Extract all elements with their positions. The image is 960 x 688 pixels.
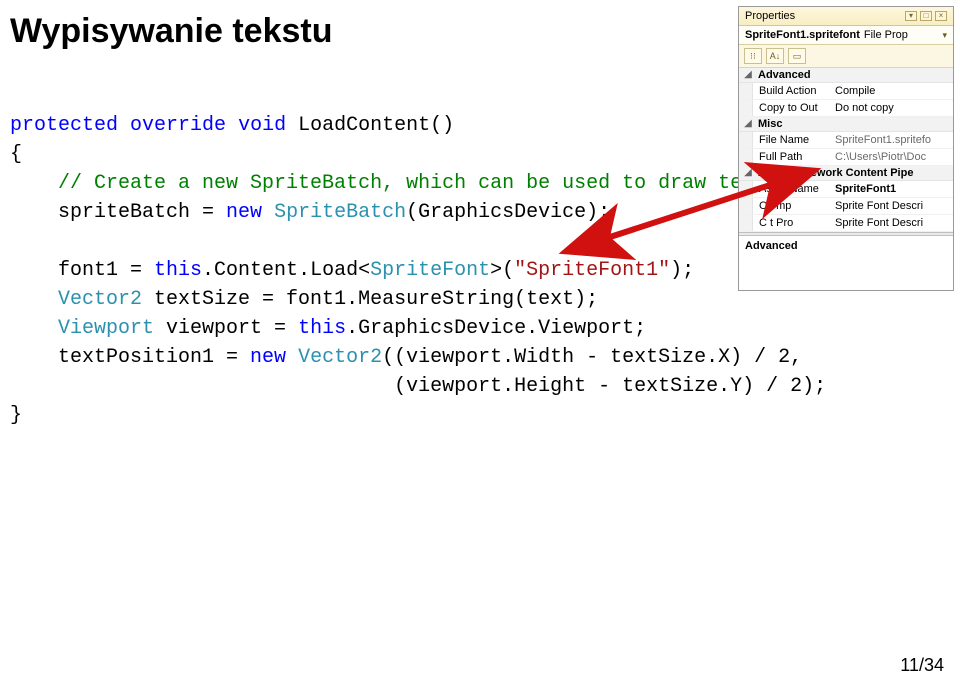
string-literal: "SpriteFont1": [514, 259, 670, 282]
code-text: LoadContent(): [286, 114, 454, 137]
prop-value[interactable]: Sprite Font Descri: [831, 198, 953, 214]
prop-value[interactable]: Do not copy: [831, 100, 953, 116]
code-text: [10, 317, 58, 340]
code-text: [286, 346, 298, 369]
type-vector2: Vector2: [298, 346, 382, 369]
row-content-importer[interactable]: Co mp Sprite Font Descri: [739, 198, 953, 215]
type-vector2: Vector2: [58, 288, 142, 311]
prop-value: SpriteFont1.spritefo: [831, 132, 953, 148]
prop-name: Asset Name: [753, 181, 831, 197]
kw-new: new: [226, 201, 262, 224]
category-label: XNA Framework Content Pipe: [758, 167, 913, 179]
code-text: [10, 288, 58, 311]
kw-this: this: [298, 317, 346, 340]
close-icon[interactable]: ×: [935, 11, 947, 21]
row-asset-name[interactable]: Asset Name SpriteFont1: [739, 181, 953, 198]
prop-value[interactable]: Sprite Font Descri: [831, 215, 953, 231]
category-xna[interactable]: ◢ XNA Framework Content Pipe: [739, 166, 953, 181]
category-advanced[interactable]: ◢ Advanced: [739, 68, 953, 83]
row-build-action[interactable]: Build Action Compile: [739, 83, 953, 100]
type-spritebatch: SpriteBatch: [274, 201, 406, 224]
code-text: spriteBatch =: [10, 201, 226, 224]
row-file-name[interactable]: File Name SpriteFont1.spritefo: [739, 132, 953, 149]
categorized-button[interactable]: ⁝⁝: [744, 48, 762, 64]
row-content-processor[interactable]: C t Pro Sprite Font Descri: [739, 215, 953, 232]
prop-value[interactable]: SpriteFont1: [831, 181, 953, 197]
row-copy-to-out[interactable]: Copy to Out Do not copy: [739, 100, 953, 117]
panel-title-label: Properties: [745, 10, 795, 22]
code-text: ((viewport.Width - textSize.X) / 2,: [382, 346, 802, 369]
properties-panel: Properties ▾ □ × SpriteFont1.spritefont …: [738, 6, 954, 291]
code-text: (GraphicsDevice);: [406, 201, 610, 224]
maximize-icon[interactable]: □: [920, 11, 932, 21]
code-brace-open: {: [10, 143, 22, 166]
dropdown-icon[interactable]: ▾: [905, 11, 917, 21]
type-spritefont: SpriteFont: [370, 259, 490, 282]
prop-value: C:\Users\Piotr\Doc: [831, 149, 953, 165]
code-text: .GraphicsDevice.Viewport;: [346, 317, 646, 340]
category-label: Advanced: [758, 69, 811, 81]
code-comment: // Create a new SpriteBatch, which can b…: [58, 172, 742, 195]
code-text: .Content.Load<: [202, 259, 370, 282]
code-text: textPosition1 =: [10, 346, 250, 369]
chevron-down-icon: ▾: [942, 30, 947, 41]
prop-name: C t Pro: [753, 215, 831, 231]
type-viewport: Viewport: [58, 317, 154, 340]
kw-void: void: [238, 114, 286, 137]
alpha-sort-button[interactable]: A↓: [766, 48, 784, 64]
code-brace-close: }: [10, 404, 22, 427]
code-text: >(: [490, 259, 514, 282]
category-misc[interactable]: ◢ Misc: [739, 117, 953, 132]
collapse-icon[interactable]: ◢: [743, 169, 753, 178]
prop-pages-button[interactable]: ▭: [788, 48, 806, 64]
panel-titlebar[interactable]: Properties ▾ □ ×: [739, 7, 953, 26]
prop-name: Co mp: [753, 198, 831, 214]
prop-name: Build Action: [753, 83, 831, 99]
prop-value[interactable]: Compile: [831, 83, 953, 99]
object-name: SpriteFont1.spritefont: [745, 29, 860, 41]
code-text: textSize = font1.MeasureString(text);: [142, 288, 598, 311]
object-type: File Prop: [864, 29, 908, 41]
code-text: (viewport.Height - textSize.Y) / 2);: [10, 375, 826, 398]
description-panel: Advanced: [739, 236, 953, 290]
prop-name: Copy to Out: [753, 100, 831, 116]
kw-override: override: [130, 114, 226, 137]
props-toolbar: ⁝⁝ A↓ ▭: [739, 45, 953, 68]
page-number: 11/34: [900, 655, 944, 676]
description-title: Advanced: [745, 240, 947, 252]
collapse-icon[interactable]: ◢: [743, 71, 753, 80]
kw-new: new: [250, 346, 286, 369]
row-full-path[interactable]: Full Path C:\Users\Piotr\Doc: [739, 149, 953, 166]
property-grid: ◢ Advanced Build Action Compile Copy to …: [739, 68, 953, 232]
code-text: viewport =: [154, 317, 298, 340]
collapse-icon[interactable]: ◢: [743, 120, 753, 129]
prop-name: File Name: [753, 132, 831, 148]
code-text: font1 =: [10, 259, 154, 282]
category-label: Misc: [758, 118, 782, 130]
kw-this: this: [154, 259, 202, 282]
prop-name: Full Path: [753, 149, 831, 165]
kw-protected: protected: [10, 114, 118, 137]
code-text: );: [670, 259, 694, 282]
object-selector[interactable]: SpriteFont1.spritefont File Prop ▾: [739, 26, 953, 45]
code-text: [262, 201, 274, 224]
